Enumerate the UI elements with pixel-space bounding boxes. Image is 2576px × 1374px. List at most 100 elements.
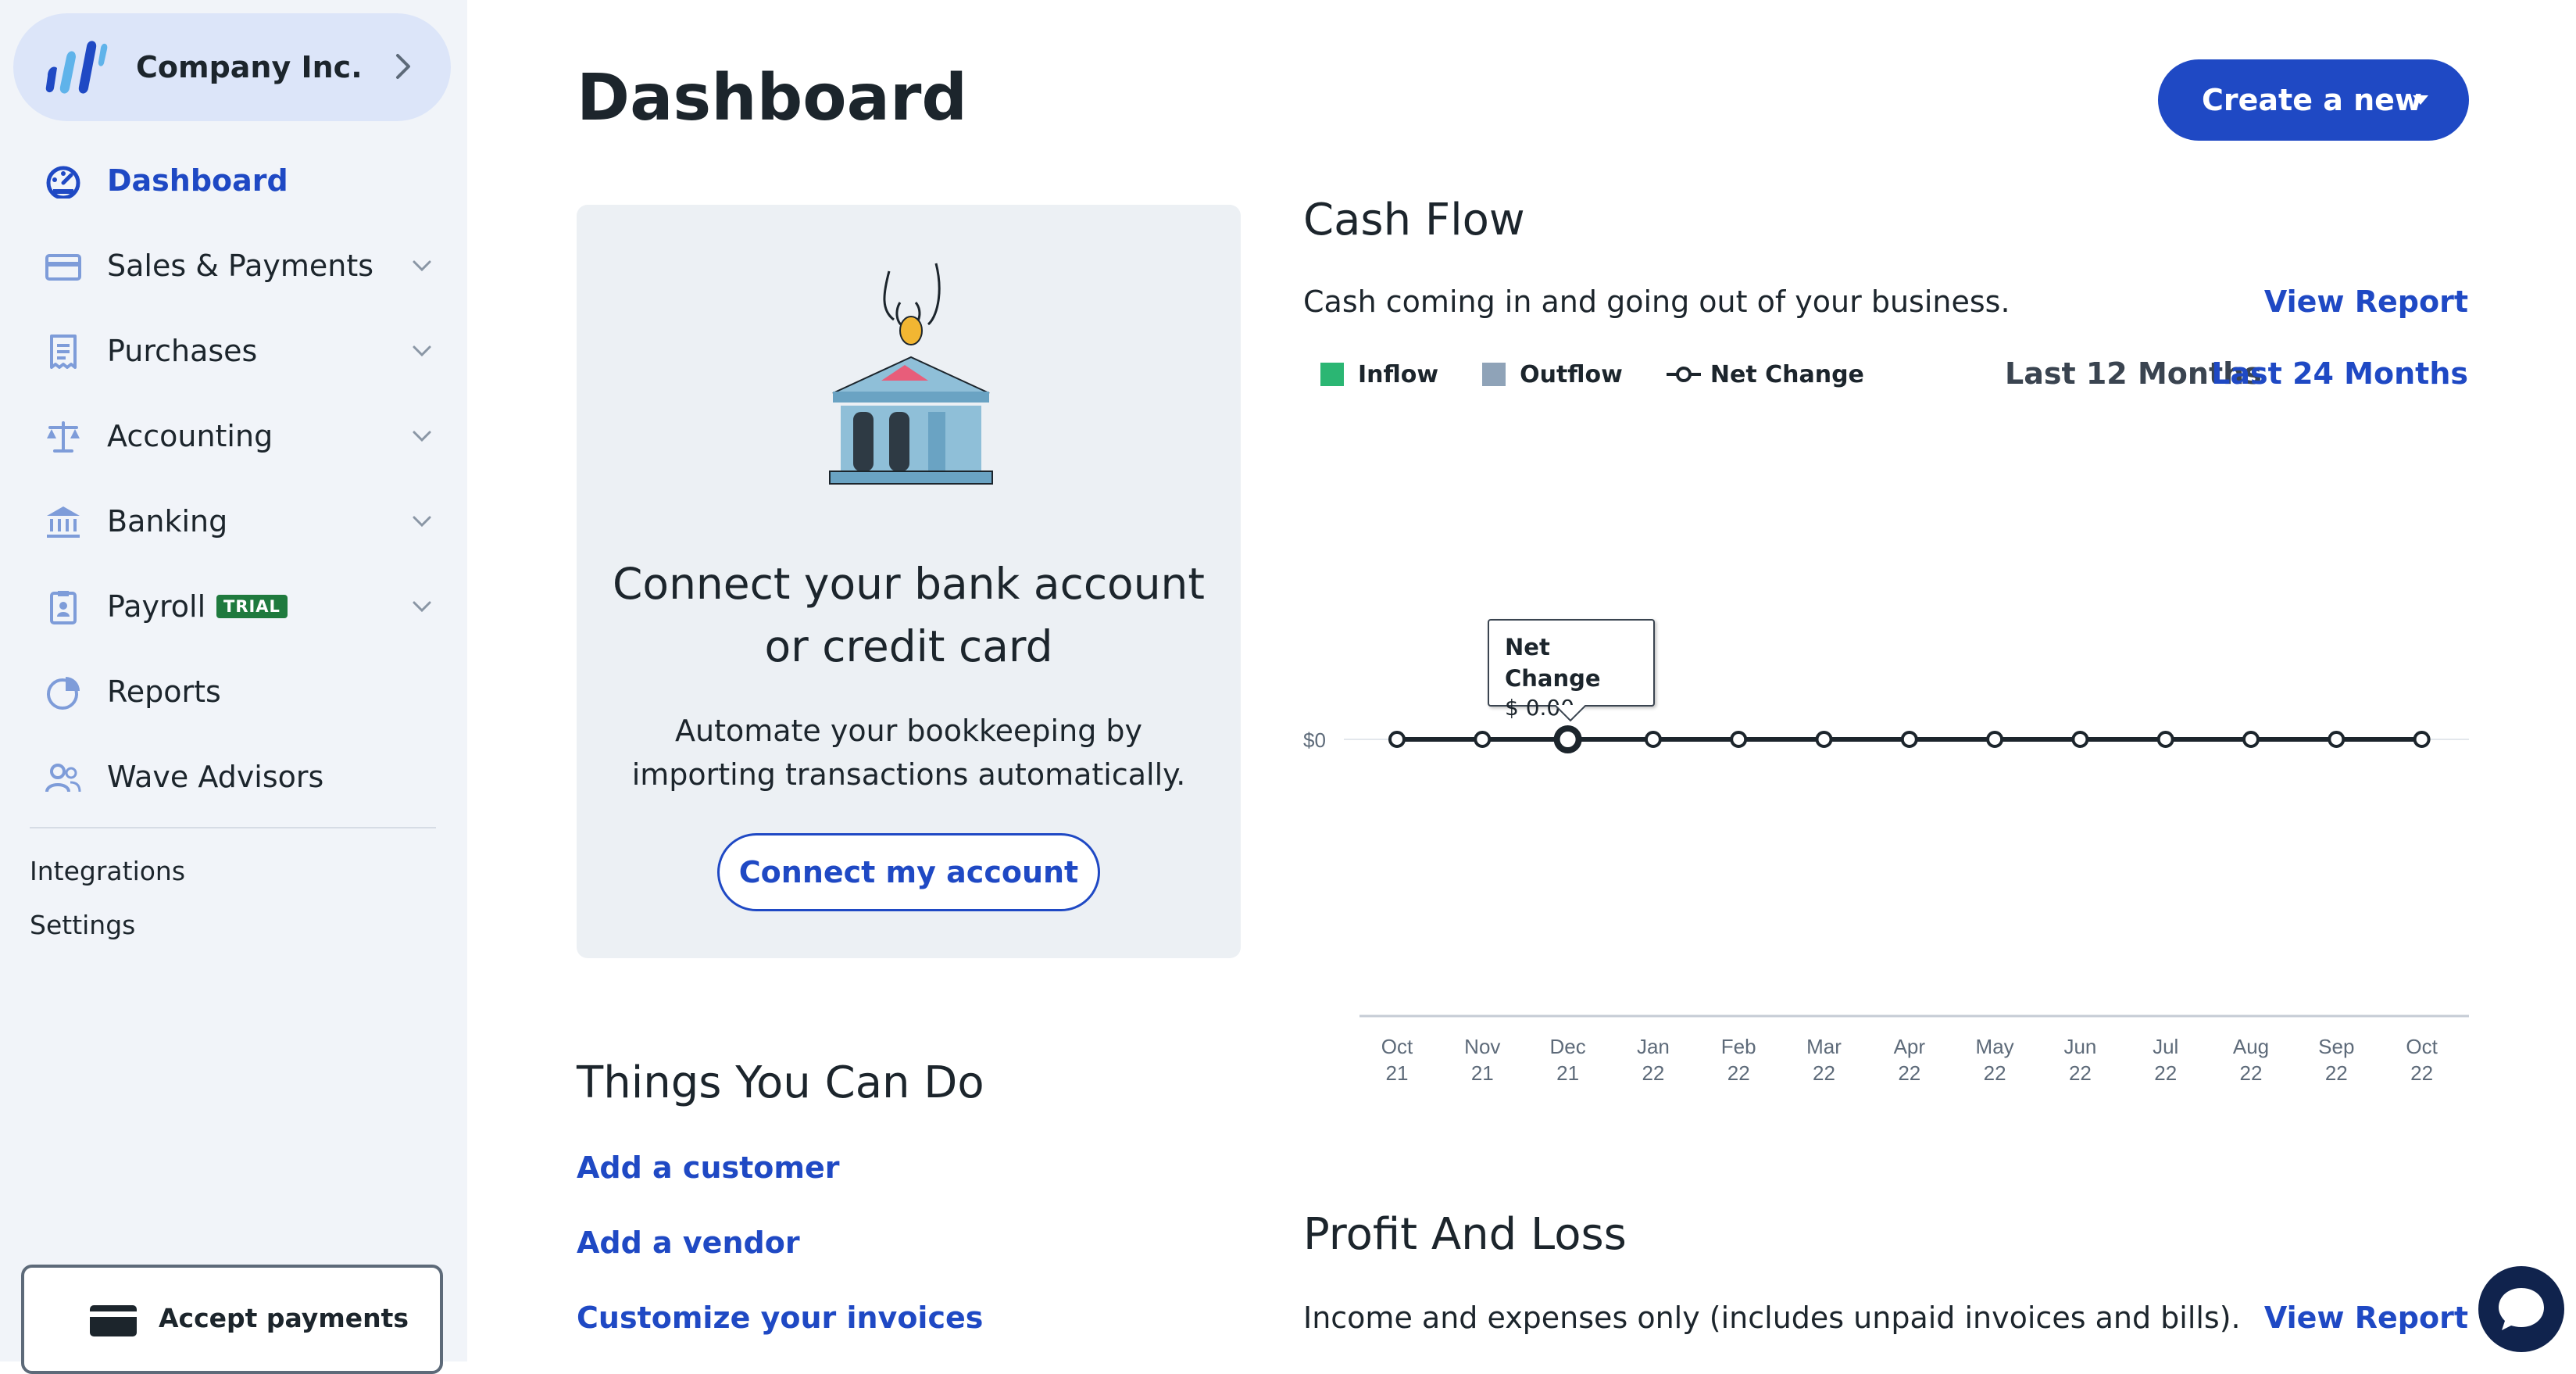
customize-invoices-link[interactable]: Customize your invoices [577,1294,983,1341]
net-change-point [2071,731,2089,748]
sidebar-item-reports[interactable]: Reports [0,657,467,727]
x-tick-label: Dec 21 [1549,1035,1585,1085]
cash-flow-legend: Inflow Outflow Net Change [1320,355,1908,394]
net-change-point [1730,731,1748,748]
legend-label: Outflow [1520,360,1623,388]
profit-loss-description: Income and expenses only (includes unpai… [1303,1301,2241,1335]
connect-bank-desc-line1: Automate your bookkeeping by [674,714,1143,748]
chevron-down-icon [413,601,431,613]
x-tick-label: Jul 22 [2153,1035,2178,1085]
tooltip-arrow [1555,705,1586,722]
receipt-icon [50,335,77,369]
accept-payments-button[interactable]: Accept payments [21,1265,443,1374]
dashboard-gauge-icon [46,166,80,199]
connect-bank-title-line1: Connect your bank account [613,559,1205,609]
net-change-point [2242,731,2260,748]
add-customer-link[interactable]: Add a customer [577,1144,840,1191]
chevron-right-icon [396,54,410,79]
sidebar-item-label: Payroll [107,589,206,624]
sidebar-item-label: Accounting [107,419,273,453]
x-tick-label: Aug 22 [2233,1035,2269,1085]
clipboard-icon [50,591,77,624]
net-change-point [1815,731,1833,748]
net-change-point [1644,731,1662,748]
x-tick-label: Feb 22 [1721,1035,1756,1085]
integrations-link[interactable]: Integrations [30,852,185,891]
cash-flow-description: Cash coming in and going out of your bus… [1303,284,2010,319]
net-change-point [1474,731,1492,748]
x-tick-label: Nov 21 [1464,1035,1500,1085]
profit-loss-view-report-link[interactable]: View Report [2264,1296,2468,1340]
sidebar-item-sales-payments[interactable]: Sales & Payments [0,231,467,301]
sidebar-item-label: Dashboard [107,163,288,198]
legend-outflow[interactable]: Outflow [1482,361,1623,388]
sidebar-item-wave-advisors[interactable]: Wave Advisors [0,742,467,812]
sidebar-item-label: Reports [107,674,221,709]
people-icon [45,764,81,793]
legend-label: Inflow [1358,360,1439,388]
cash-flow-title: Cash Flow [1303,195,1525,245]
net-change-point [1388,731,1406,748]
page-title: Dashboard [577,61,968,135]
settings-link[interactable]: Settings [30,906,135,945]
caret-down-icon [2413,95,2428,105]
net-change-point [1900,731,1918,748]
x-tick-label: Apr 22 [1894,1035,1926,1085]
net-change-point [2413,731,2431,748]
bank-icon [47,506,80,538]
sidebar-item-label: Banking [107,504,228,539]
cash-flow-view-report-link[interactable]: View Report [2264,280,2468,324]
trial-badge: TRIAL [216,595,288,618]
net-change-point [2156,731,2174,748]
x-tick-label: May 22 [1976,1035,2014,1085]
sidebar-item-label: Wave Advisors [107,760,324,794]
bank-illustration-icon [829,263,993,485]
net-change-line-icon [1666,367,1701,382]
accept-payments-label: Accept payments [159,1303,409,1333]
connect-bank-description: Automate your bookkeeping by importing t… [577,709,1241,796]
profit-loss-title: Profit And Loss [1303,1209,1627,1260]
tooltip-title: Net Change [1505,634,1601,692]
y-tick-label: $0 [1303,728,1326,752]
sidebar-item-dashboard[interactable]: Dashboard [0,145,467,216]
x-tick-label: Jan 22 [1637,1035,1670,1085]
sidebar-item-label: Purchases [107,334,258,368]
chevron-down-icon [413,345,431,357]
create-new-label: Create a new [2202,83,2423,117]
credit-card-icon [90,1305,137,1336]
x-tick-label: Sep 22 [2318,1035,2354,1085]
scales-icon [47,421,80,453]
sidebar-item-accounting[interactable]: Accounting [0,401,467,471]
connect-bank-title-line2: or credit card [764,621,1053,671]
legend-inflow[interactable]: Inflow [1320,361,1438,388]
chat-support-button[interactable] [2478,1266,2564,1352]
outflow-swatch [1482,363,1506,386]
sidebar-divider [30,827,436,828]
x-tick-label: Jun 22 [2063,1035,2096,1085]
add-vendor-link[interactable]: Add a vendor [577,1219,800,1266]
sidebar-item-payroll[interactable]: Payroll TRIAL [0,571,467,642]
chevron-down-icon [413,516,431,528]
inflow-swatch [1320,363,1344,386]
sidebar-item-banking[interactable]: Banking [0,486,467,556]
chevron-down-icon [413,431,431,442]
create-new-button[interactable]: Create a new [2158,59,2469,141]
sidebar-item-purchases[interactable]: Purchases [0,316,467,386]
legend-net-change[interactable]: Net Change [1666,361,1864,388]
chevron-down-icon [413,260,431,272]
wave-logo-icon [45,41,108,94]
connect-bank-card: Connect your bank account or credit card… [577,205,1241,958]
cash-flow-chart: $0 Oct 21 Nov 21 Dec 21 Jan 22 Feb 22 Mar 22 Apr 22 May… [1303,725,2469,1085]
net-change-point [1553,725,1582,753]
sidebar: Company Inc. Dashboard Sales & Payments [0,0,467,1374]
net-change-point [1986,731,2004,748]
range-last-24-months[interactable]: Last 24 Months [2211,352,2468,395]
pie-chart-icon [47,677,80,710]
credit-card-icon [45,254,81,281]
connect-my-account-button[interactable]: Connect my account [717,833,1100,911]
x-tick-label: Mar 22 [1806,1035,1842,1085]
company-switcher[interactable]: Company Inc. [13,13,451,121]
net-change-point [2328,731,2346,748]
x-tick-label: Oct 21 [1381,1035,1413,1085]
x-tick-label: Oct 22 [2406,1035,2438,1085]
